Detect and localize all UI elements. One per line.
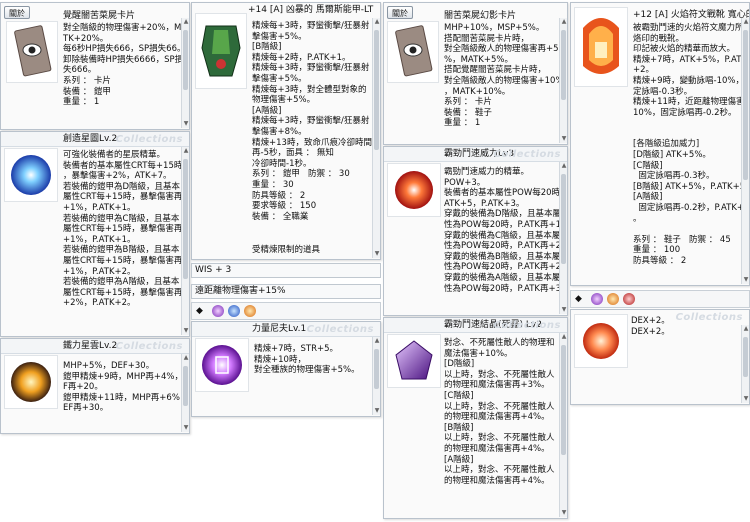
red-orb-icon [395,171,433,209]
dex-enchant-image [574,314,628,368]
power-star-titlebar: 鐵力星雲Lv.2 Collections [1,339,189,354]
fire-boots-desc-red: [各階級追加威力] [633,139,700,149]
sealed-card-title: 覺醒闇苦菜屍卡片 [63,11,136,21]
watermark: Collections [115,134,183,145]
fighting-power-desc: 霸勁鬥速威力的精華。 POW+3。 裝備者的基本屬性POW每20時， ATK+5… [444,167,568,294]
slot-gem-purple[interactable] [212,305,224,317]
undead-crystal-image [387,334,441,388]
scrollbar[interactable]: ▲ ▼ [559,333,567,517]
fighting-power-titlebar: 霸勁鬥速威力Lv3 Collections [384,147,567,162]
power-star-window: 鐵力星雲Lv.2 Collections MHP+5%，DEF+30。 鎧甲精煉… [0,338,190,434]
scrollbar[interactable]: ▲ ▼ [372,337,380,415]
slot-diamond-icon[interactable]: ◆ [196,306,203,316]
undead-crystal-titlebar: 霸勁鬥速結晶(死靈) Lv2 Collections [384,318,567,333]
illusion-card-window: 關於 闇苦菜屍幻影卡片 MHP+10%，MSP+5%。 搭配闇苦菜屍卡片時， 對… [383,2,568,145]
illusion-card-title: 闇苦菜屍幻影卡片 [444,11,517,21]
star-creation-desc: 可強化裝備者的星辰精華。 裝備者的基本屬性CRT每+15時 ，暴擊傷害+2%，A… [63,150,183,309]
blue-star-orb-icon [11,155,51,195]
power-star-image [4,355,58,409]
fire-boots-title: +12 [A] 火焰符文戰靴 寬心的 [633,10,750,20]
watermark: Collections [493,320,561,331]
scrollbar[interactable]: ▲ ▼ [181,354,189,432]
watermark: Collections [675,312,743,323]
eye-card-icon [395,25,433,77]
boots-slot-bar: ◆ [570,290,750,308]
fire-boots-desc-rest: [D階級] ATK+5%。 [C階級] 固定詠唱再-0.3秒。 [B階級] AT… [633,150,750,266]
slot-gem-orange[interactable] [607,293,619,305]
strength-image [195,338,249,392]
armor-icon [201,25,241,77]
orange-orb-icon [583,323,619,359]
slot-gem-purple[interactable] [591,293,603,305]
fighting-power-image [387,163,441,217]
strength-window: 力量尼夫Lv.1 Collections 精煉+7時，STR+5。 精煉+10時… [191,321,381,417]
fire-boots-image [574,7,628,87]
strength-desc: 精煉+7時，STR+5。 精煉+10時， 對全種族的物理傷害+5%。 [254,344,360,376]
star-creation-titlebar: 創造星圖Lv.2 Collections [1,132,189,147]
undead-crystal-window: 霸勁鬥速結晶(死靈) Lv2 Collections 對念、不死屬性敵人的物理和… [383,317,568,519]
power-star-desc: MHP+5%，DEF+30。 鎧甲精煉+9時，MHP再+4%，DE F再+20。… [63,361,190,414]
illusion-card-desc: MHP+10%，MSP+5%。 搭配闇苦菜屍卡片時， 對全階級敵人的物理傷害再+… [444,23,564,129]
slot-gem-red[interactable] [623,293,635,305]
wis-strip: WIS + 3 [191,263,381,278]
scrollbar[interactable]: ▲ ▼ [372,18,380,258]
star-creation-title: 創造星圖Lv.2 [63,134,118,144]
armor-footer: 受精煉限制的道具 [252,245,321,255]
strength-title: 力量尼夫Lv.1 [252,324,307,334]
armor-desc: 精煉每+3時，野蠻衝擊/狂暴射 擊傷害+5%。 [B階級] 精煉每+2時，P.A… [252,21,372,222]
purple-crystal-icon [395,340,433,380]
dex-enchant-desc: DEX+2。 DEX+2。 [631,316,670,337]
eye-card-icon [14,25,52,77]
strength-titlebar: 力量尼夫Lv.1 Collections [192,322,380,337]
about-button[interactable]: 關於 [387,6,413,19]
purple-gem-icon [202,345,242,385]
watermark: Collections [306,324,374,335]
fire-boots-desc-main: 被霸勁鬥速的火焰符文魔力所 烙印的戰靴。 印記被火焰的精華而放大。 精煉+7時，… [633,23,750,118]
watermark: Collections [493,149,561,160]
slot-diamond-icon[interactable]: ◆ [575,294,582,304]
armor-window: +14 [A] 凶暴的 馬爾斯能甲-LT 精煉每+3時，野蠻衝擊/狂暴射 擊傷害… [191,2,381,260]
armor-title: +14 [A] 凶暴的 馬爾斯能甲-LT [248,5,374,15]
card-image [6,21,58,83]
fire-boots-icon [583,18,619,74]
orange-star-orb-icon [11,362,51,402]
slot-gem-orange[interactable] [244,305,256,317]
scrollbar[interactable]: ▲ ▼ [741,325,749,403]
about-button[interactable]: 關於 [4,6,30,19]
fighting-power-window: 霸勁鬥速威力Lv3 Collections 霸勁鬥速威力的精華。 POW+3。 … [383,146,568,316]
scrollbar[interactable]: ▲ ▼ [559,162,567,314]
scrollbar[interactable]: ▲ ▼ [181,147,189,335]
sealed-card-desc: 對全階級的物理傷害+20%，MA TK+20%。 每6秒HP損失666，SP損失… [63,23,188,108]
armor-slot-bar: ◆ [191,302,381,320]
ranged-strip: 遠距離物理傷害+15% [191,284,381,299]
dex-enchant-window: Collections DEX+2。 DEX+2。 ▲ ▼ [570,309,750,405]
scrollbar[interactable]: ▲ ▼ [741,18,749,284]
armor-image [195,13,247,89]
power-star-title: 鐵力星雲Lv.2 [63,341,118,351]
illusion-card-image [387,21,439,83]
undead-crystal-desc: 對念、不死屬性敵人的物理和 魔法傷害+10%。 [D階級] 以上時，對念、不死屬… [444,338,555,486]
scrollbar[interactable]: ▲ ▼ [181,18,189,128]
fire-boots-window: +12 [A] 火焰符文戰靴 寬心的 被霸勁鬥速的火焰符文魔力所 烙印的戰靴。 … [570,2,750,286]
slot-gem-blue[interactable] [228,305,240,317]
scrollbar[interactable]: ▲ ▼ [559,18,567,143]
star-creation-window: 創造星圖Lv.2 Collections 可強化裝備者的星辰精華。 裝備者的基本… [0,131,190,337]
watermark: Collections [115,341,183,352]
star-creation-image [4,148,58,202]
sealed-card-window: 關於 覺醒闇苦菜屍卡片 對全階級的物理傷害+20%，MA TK+20%。 每6秒… [0,2,190,130]
